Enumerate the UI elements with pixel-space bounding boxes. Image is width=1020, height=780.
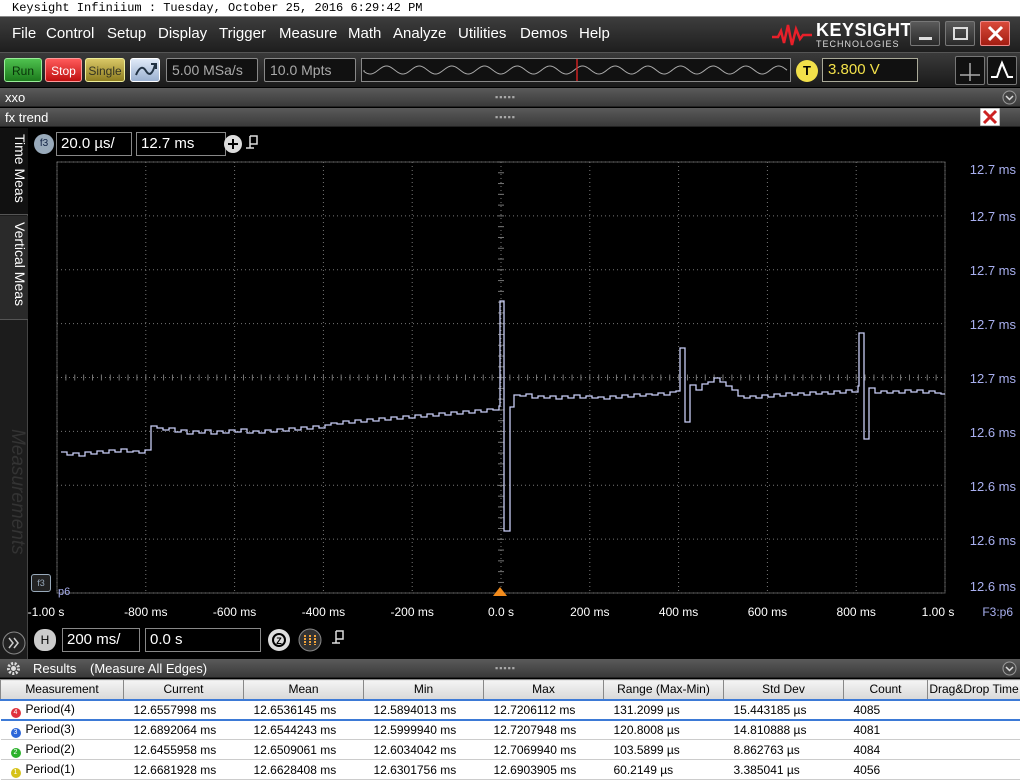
table-cell (927, 719, 1020, 740)
measurement-name: Period(4) (25, 701, 75, 716)
expand-chevron-icon[interactable] (2, 631, 26, 655)
column-header[interactable]: Drag&Drop Time (927, 679, 1020, 700)
table-cell: 12.6628408 ms (243, 759, 364, 780)
drag-grip-icon[interactable]: ▪▪▪▪▪ (495, 659, 516, 678)
x-tick-label: 600 ms (748, 605, 787, 619)
y-tick-label: 12.7 ms (970, 162, 1017, 177)
table-cell: 12.6536145 ms (243, 698, 364, 721)
table-cell: 14.810888 µs (723, 719, 844, 740)
y-tick-label: 12.7 ms (970, 263, 1017, 278)
table-cell: 60.2149 µs (603, 759, 724, 780)
table-cell: 12.6455958 ms (123, 739, 244, 760)
table-cell: 12.7069940 ms (483, 739, 604, 760)
x-tick-label: -400 ms (302, 605, 345, 619)
table-cell: 12.6301756 ms (363, 759, 484, 780)
y-tick-label: 12.6 ms (970, 533, 1017, 548)
y-tick-label: 12.7 ms (970, 317, 1017, 332)
column-header[interactable]: Count (843, 679, 928, 700)
source-label: F3:p6 (982, 605, 1013, 619)
table-cell: 12.6892064 ms (123, 719, 244, 740)
table-cell: 12.6544243 ms (243, 719, 364, 740)
measurement-color-icon: 1 (10, 767, 21, 778)
table-cell: 15.443185 µs (723, 698, 844, 721)
measurement-color-icon: 3 (10, 727, 21, 738)
x-tick-label: 1.00 s (922, 605, 955, 619)
collapse-chevron-icon[interactable] (1002, 661, 1017, 676)
measurement-name-cell: 3 Period(3) (0, 719, 124, 740)
table-header-row: Measurement Current Mean Min Max Range (… (0, 679, 1020, 700)
table-cell: 12.5894013 ms (363, 698, 484, 721)
x-tick-label: -1.00 s (28, 605, 65, 619)
measurement-name-cell: 1 Period(1) (0, 759, 124, 780)
y-tick-label: 12.6 ms (970, 479, 1017, 494)
table-cell: 103.5899 µs (603, 739, 724, 760)
results-panel-header[interactable]: Results (Measure All Edges) ▪▪▪▪▪ (0, 659, 1020, 678)
measurement-name: Period(3) (25, 721, 75, 736)
horizontal-badge[interactable]: H (34, 629, 56, 651)
table-cell (927, 759, 1020, 780)
results-mode: (Measure All Edges) (90, 661, 208, 676)
table-cell: 12.6903905 ms (483, 759, 604, 780)
table-cell: 12.5999940 ms (363, 719, 484, 740)
function-marker-label: p6 (58, 586, 71, 598)
table-cell: 12.6557998 ms (123, 698, 244, 721)
horizontal-tools: Z (268, 628, 344, 652)
column-header[interactable]: Mean (243, 679, 364, 700)
y-axis-labels: 12.7 ms 12.7 ms 12.7 ms 12.7 ms 12.7 ms 12.6 … (970, 162, 1017, 594)
y-tick-label: 12.7 ms (970, 209, 1017, 224)
column-header[interactable]: Min (363, 679, 484, 700)
x-axis-labels: -1.00 s -800 ms -600 ms -400 ms -200 ms 0.0 s… (28, 605, 955, 619)
measurement-name: Period(1) (25, 761, 75, 776)
column-header[interactable]: Max (483, 679, 604, 700)
x-tick-label: 400 ms (659, 605, 698, 619)
table-cell: 120.8008 µs (603, 719, 724, 740)
x-tick-label: 800 ms (837, 605, 876, 619)
results-table: Measurement Current Mean Min Max Range (… (0, 679, 1020, 780)
table-cell: 4084 (843, 739, 928, 760)
y-tick-label: 12.6 ms (970, 425, 1017, 440)
x-tick-label: 0.0 s (488, 605, 514, 619)
horizontal-controls: H 200 ms/ 0.0 s Z (28, 622, 1020, 658)
table-cell (927, 739, 1020, 760)
table-cell: 4056 (843, 759, 928, 780)
table-cell: 3.385041 µs (723, 759, 844, 780)
pin-icon[interactable] (332, 630, 344, 644)
column-header[interactable]: Measurement (0, 679, 124, 700)
measurement-color-icon: 4 (10, 707, 21, 718)
y-tick-label: 12.7 ms (970, 371, 1017, 386)
measurement-color-icon: 2 (10, 747, 21, 758)
results-title: Results (33, 661, 77, 676)
horizontal-scale-field[interactable]: 200 ms/ (62, 628, 140, 652)
table-cell: 131.2099 µs (603, 698, 724, 721)
horizontal-position-field[interactable]: 0.0 s (145, 628, 261, 652)
table-cell: 4081 (843, 719, 928, 740)
table-row[interactable]: 2 Period(2) 12.6455958 ms 12.6509061 ms 12.6… (0, 739, 1020, 760)
table-row[interactable]: 3 Period(3) 12.6892064 ms 12.6544243 ms 12.5… (0, 719, 1020, 740)
table-cell: 12.7207948 ms (483, 719, 604, 740)
column-header[interactable]: Range (Max-Min) (603, 679, 724, 700)
table-row[interactable]: 1 Period(1) 12.6681928 ms 12.6628408 ms 12.6… (0, 759, 1020, 780)
measurement-name-cell: 4 Period(4) (0, 698, 124, 721)
table-cell: 12.6509061 ms (243, 739, 364, 760)
table-cell: 8.862763 µs (723, 739, 844, 760)
table-cell: 4085 (843, 698, 928, 721)
gear-icon[interactable] (6, 661, 21, 676)
table-cell: 12.6034042 ms (363, 739, 484, 760)
x-tick-label: -800 ms (124, 605, 167, 619)
column-header[interactable]: Std Dev (723, 679, 844, 700)
table-cell: 12.6681928 ms (123, 759, 244, 780)
measurement-name: Period(2) (25, 741, 75, 756)
column-header[interactable]: Current (123, 679, 244, 700)
measurement-name-cell: 2 Period(2) (0, 739, 124, 760)
x-tick-label: -200 ms (391, 605, 434, 619)
x-tick-label: 200 ms (570, 605, 609, 619)
y-tick-label: 12.6 ms (970, 579, 1017, 594)
svg-text:Z: Z (276, 636, 282, 646)
table-row[interactable]: 4 Period(4) 12.6557998 ms 12.6536145 ms 12.5… (0, 698, 1020, 721)
trend-plot[interactable]: 12.7 ms 12.7 ms 12.7 ms 12.7 ms 12.7 ms 12.6 … (0, 0, 1020, 622)
x-tick-label: -600 ms (213, 605, 256, 619)
table-cell: 12.7206112 ms (483, 698, 604, 721)
table-cell (927, 698, 1020, 721)
function-marker-badge[interactable]: f3 (31, 574, 51, 592)
